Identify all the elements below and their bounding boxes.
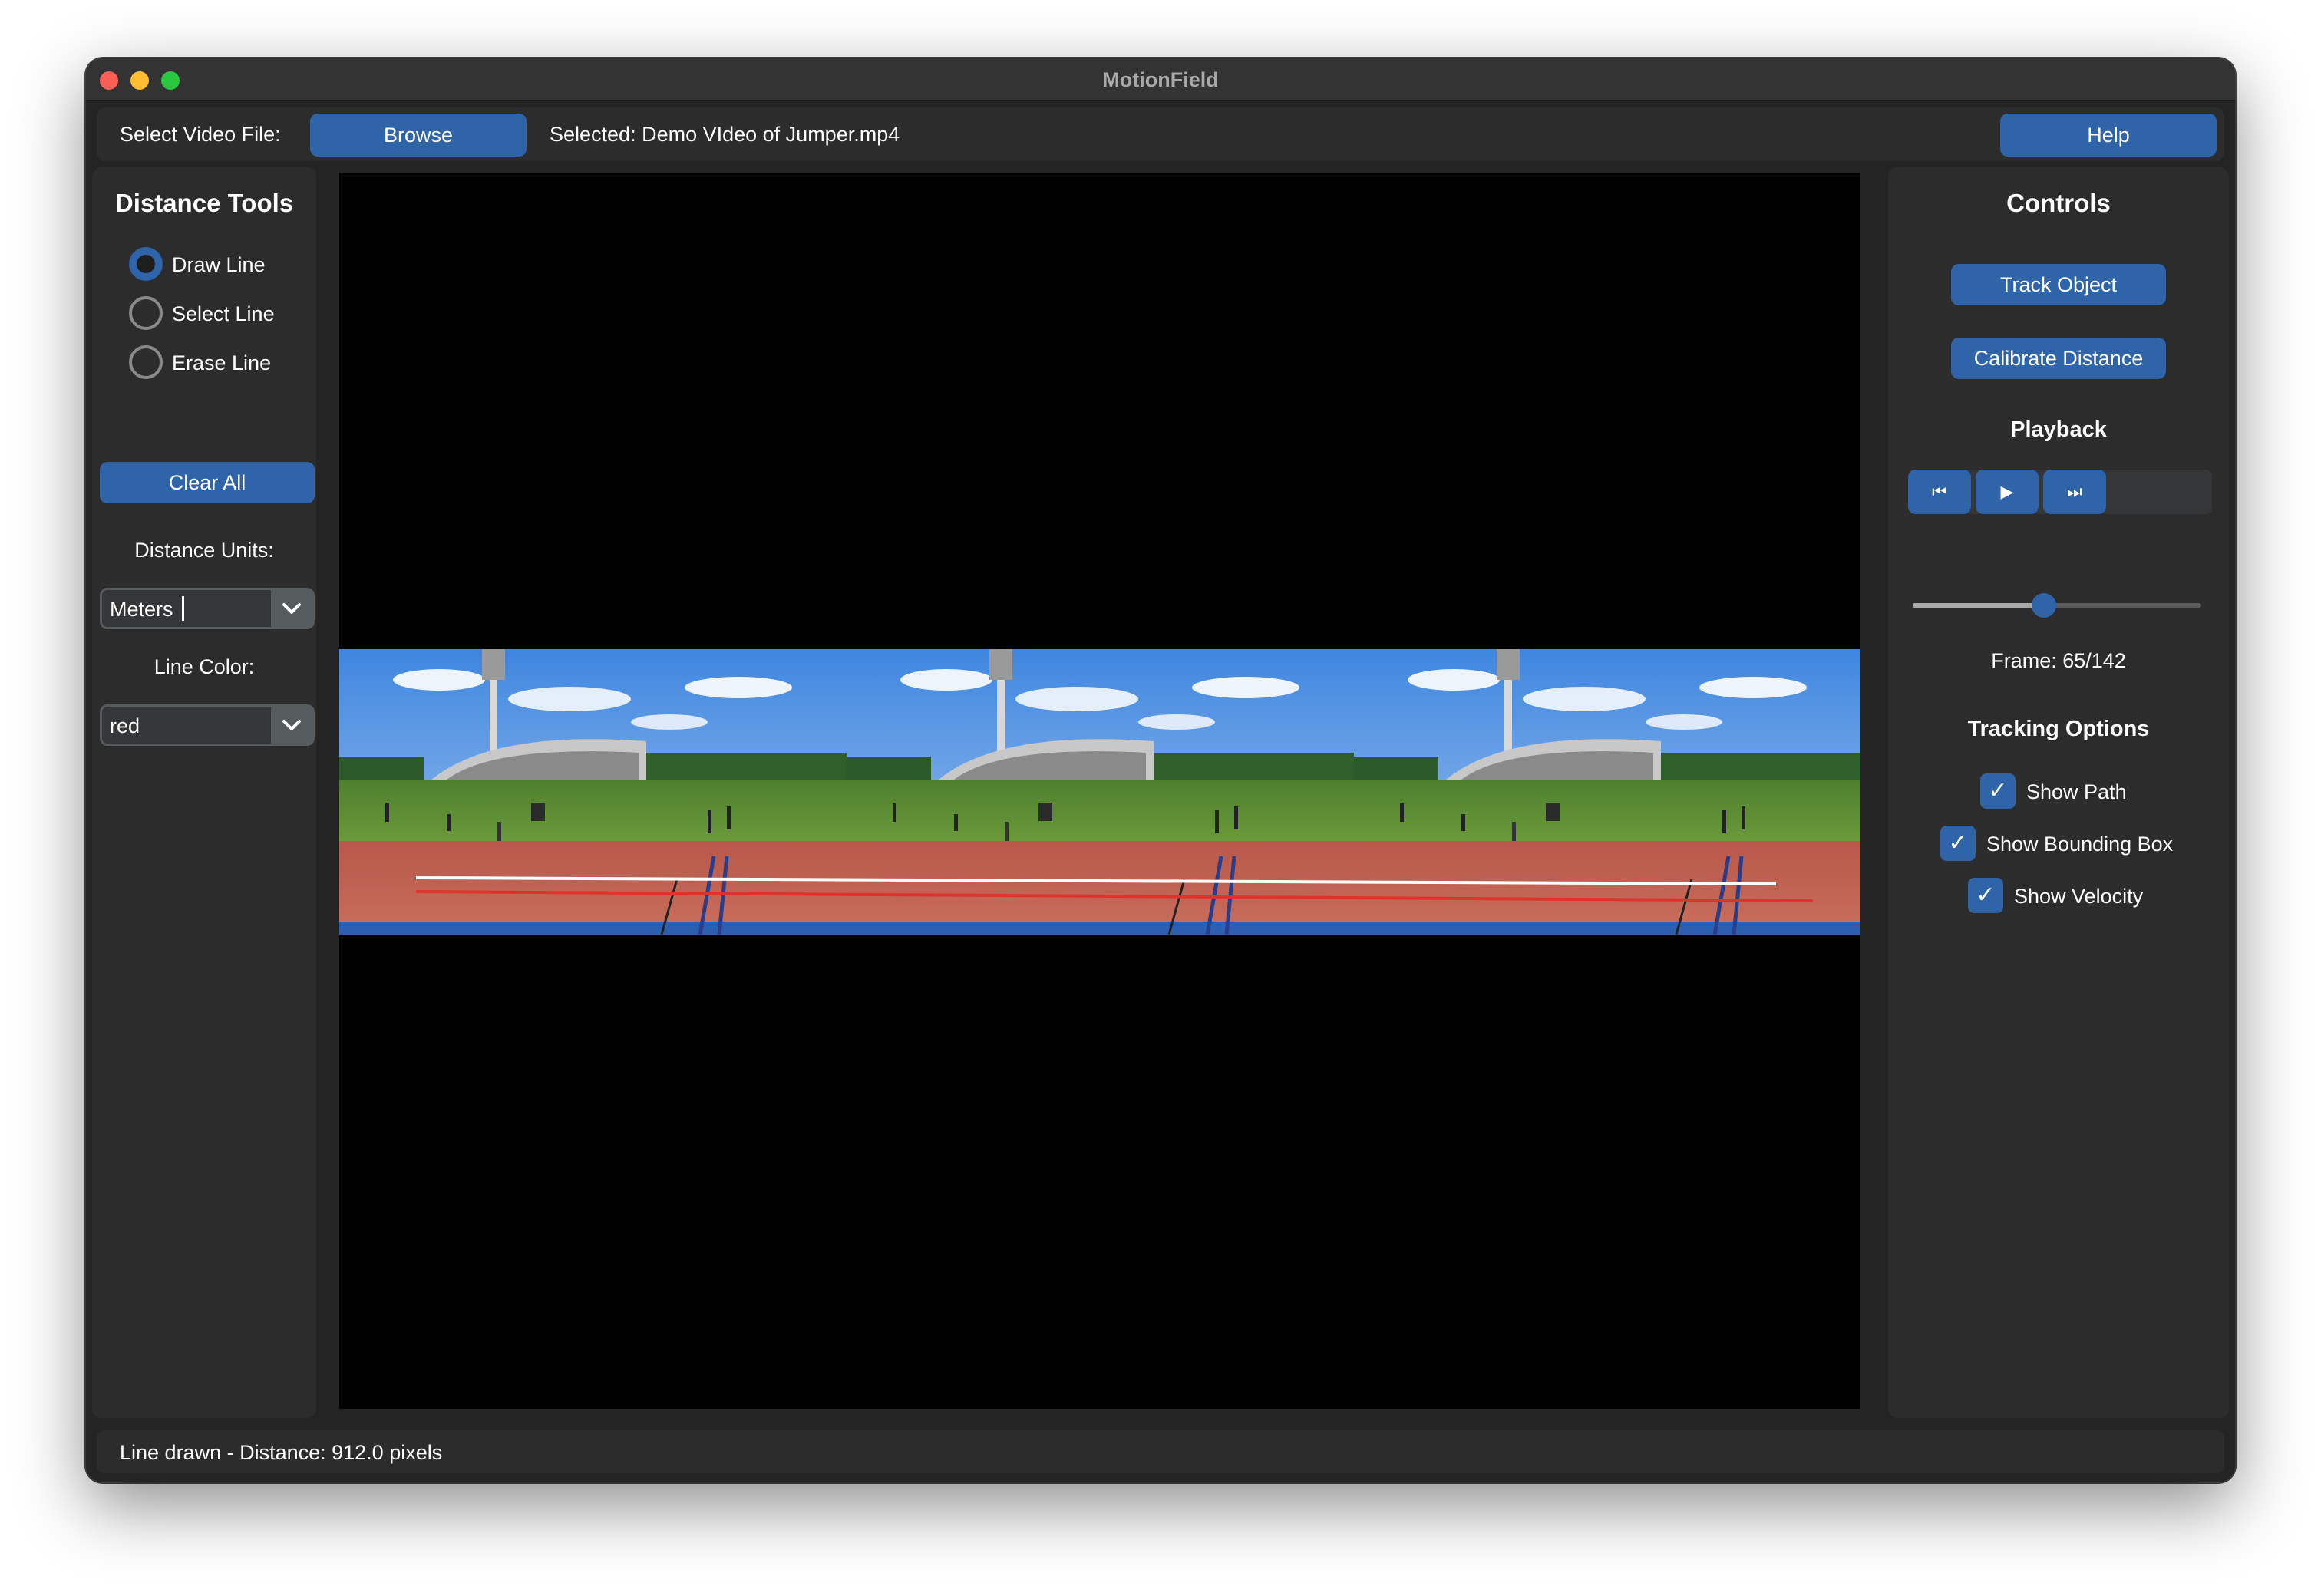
option-label: Show Bounding Box <box>1986 833 2174 856</box>
option-label: Show Velocity <box>2014 885 2144 908</box>
controls-title: Controls <box>2006 189 2111 217</box>
line-color-value[interactable]: red <box>110 714 140 738</box>
controls-panel: Controls Track Object Calibrate Distance… <box>1888 167 2229 1418</box>
playback-title: Playback <box>2010 417 2107 442</box>
rewind-icon[interactable]: ⏮ <box>1908 470 1971 514</box>
fast-forward-icon[interactable]: ⏭ <box>2043 470 2106 514</box>
title-bar: MotionField <box>86 58 2235 101</box>
checkbox-checked-icon[interactable]: ✓ <box>1968 878 2003 913</box>
distance-units-label: Distance Units: <box>134 539 274 562</box>
checkbox-checked-icon[interactable]: ✓ <box>1980 773 2016 809</box>
help-button[interactable]: Help <box>2000 114 2217 157</box>
clear-all-button[interactable]: Clear All <box>100 462 315 503</box>
window-title: MotionField <box>1102 68 1219 91</box>
frame-slider[interactable] <box>1913 593 2201 618</box>
play-icon[interactable]: ▶ <box>1976 470 2039 514</box>
radio-button[interactable] <box>129 345 163 379</box>
playback-toolbar: ⏮ ▶ ⏭ <box>1908 470 2212 514</box>
frame-slider-handle[interactable] <box>2031 593 2056 618</box>
text-cursor <box>182 596 184 621</box>
status-bar: Line drawn - Distance: 912.0 pixels <box>97 1430 2224 1473</box>
chevron-down-icon[interactable] <box>271 707 312 744</box>
calibrate-distance-button[interactable]: Calibrate Distance <box>1951 338 2166 379</box>
radio-button-selected[interactable] <box>129 247 163 281</box>
option-label: Show Path <box>2026 780 2127 803</box>
distance-tools-panel: Distance Tools Draw Line Select Line Era… <box>92 167 316 1418</box>
frame-counter: Frame: 65/142 <box>1991 649 2126 672</box>
app-window: MotionField Select Video File: Browse Se… <box>86 58 2235 1482</box>
file-select-bar: Select Video File: Browse Selected: Demo… <box>97 107 2224 161</box>
tracking-options-title: Tracking Options <box>1967 717 2150 741</box>
radio-label: Erase Line <box>172 351 272 374</box>
distance-units-dropdown[interactable]: Meters <box>100 588 315 629</box>
distance-units-value[interactable]: Meters <box>110 598 173 622</box>
status-text: Line drawn - Distance: 912.0 pixels <box>120 1441 443 1464</box>
video-canvas[interactable] <box>339 173 1860 1409</box>
radio-label: Select Line <box>172 302 275 325</box>
browse-button[interactable]: Browse <box>310 114 527 157</box>
line-color-label: Line Color: <box>154 655 255 678</box>
video-frame-image[interactable] <box>339 649 1860 935</box>
track-object-button[interactable]: Track Object <box>1951 264 2166 305</box>
line-color-dropdown[interactable]: red <box>100 704 315 746</box>
checkbox-checked-icon[interactable]: ✓ <box>1940 826 1976 861</box>
radio-button[interactable] <box>129 296 163 330</box>
frame-slider-fill <box>1913 603 2044 608</box>
selected-file-label: Selected: Demo VIdeo of Jumper.mp4 <box>550 123 900 146</box>
select-video-label: Select Video File: <box>120 123 281 146</box>
distance-tools-title: Distance Tools <box>114 189 294 217</box>
radio-label: Draw Line <box>172 253 266 276</box>
chevron-down-icon[interactable] <box>271 590 312 627</box>
